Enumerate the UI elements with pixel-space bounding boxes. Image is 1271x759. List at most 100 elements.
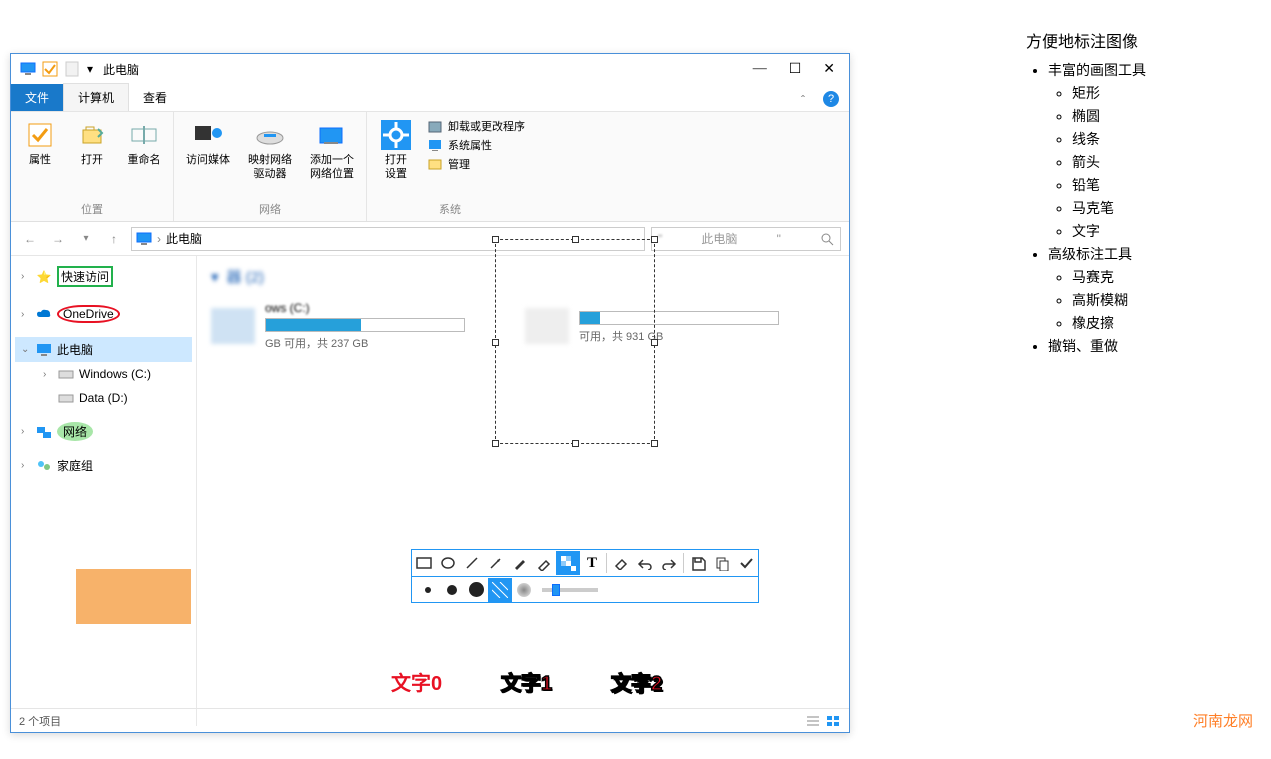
ribbon-tabs: 文件 计算机 查看 ˆ ? (11, 84, 849, 112)
maximize-button[interactable]: ☐ (789, 61, 802, 78)
item-count: 2 个项目 (19, 713, 61, 729)
usage-bar (265, 318, 465, 332)
access-media-button[interactable]: 访问媒体 (182, 116, 234, 171)
ellipse-tool[interactable] (436, 551, 460, 575)
article-title: 方便地标注图像 (1026, 28, 1256, 52)
size-large[interactable] (464, 578, 488, 602)
annotation-fill-orange (76, 569, 191, 624)
homegroup-icon (36, 458, 52, 474)
ribbon-group-network: 访问媒体 映射网络 驱动器 添加一个 网络位置 网络 (174, 112, 367, 221)
drive-name: ows (C:) (265, 301, 465, 315)
explorer-window: ▾ 此电脑 — ☐ ✕ 文件 计算机 查看 ˆ ? 属性 打开 重命名 位置 访… (10, 53, 850, 733)
list-item: 椭圆 (1072, 106, 1256, 126)
save-button[interactable] (686, 551, 710, 575)
rename-button[interactable]: 重命名 (123, 116, 165, 171)
sample-text-2: 文字2 (611, 667, 662, 696)
minimize-button[interactable]: — (753, 61, 767, 78)
list-item: 高斯模糊 (1072, 290, 1256, 310)
uninstall-button[interactable]: 卸载或更改程序 (427, 118, 525, 134)
sidebar-item-homegroup[interactable]: ›家庭组 (15, 453, 192, 478)
marker-tool[interactable] (532, 551, 556, 575)
cloud-icon (36, 306, 52, 322)
system-properties-button[interactable]: 系统属性 (427, 137, 525, 153)
details-view-icon[interactable] (805, 714, 821, 728)
undo-button[interactable] (633, 551, 657, 575)
open-button[interactable]: 打开 (71, 116, 113, 171)
blank-icon (63, 60, 81, 78)
tab-computer[interactable]: 计算机 (63, 83, 129, 111)
list-item: 马克笔 (1072, 198, 1256, 218)
blur-pattern[interactable] (512, 578, 536, 602)
size-medium[interactable] (440, 578, 464, 602)
annotation-toolbar: T (411, 549, 759, 603)
ribbon: 属性 打开 重命名 位置 访问媒体 映射网络 驱动器 添加一个 网络位置 网络 … (11, 112, 849, 222)
sample-text-0: 文字0 (391, 667, 442, 696)
pencil-tool[interactable] (508, 551, 532, 575)
drive-c[interactable]: ows (C:) GB 可用，共 237 GB (211, 301, 465, 351)
arrow-tool[interactable] (484, 551, 508, 575)
copy-button[interactable] (710, 551, 734, 575)
watermark: 河南龙网 (1193, 710, 1253, 731)
redo-button[interactable] (657, 551, 681, 575)
list-item: 橡皮擦 (1072, 313, 1256, 333)
up-button[interactable]: ↑ (103, 228, 125, 250)
pc-icon (36, 342, 52, 358)
drive-icon (58, 390, 74, 406)
list-item: 箭头 (1072, 152, 1256, 172)
search-box[interactable]: "此电脑" (651, 227, 841, 251)
list-item: 线条 (1072, 129, 1256, 149)
sidebar-item-thispc[interactable]: ⌄此电脑 (15, 337, 192, 362)
rect-tool[interactable] (412, 551, 436, 575)
drive-icon (211, 308, 255, 344)
manage-button[interactable]: 管理 (427, 156, 525, 172)
list-item: 高级标注工具 马赛克 高斯模糊 橡皮擦 (1048, 244, 1256, 333)
map-drive-button[interactable]: 映射网络 驱动器 (244, 116, 296, 185)
sidebar-item-network[interactable]: ›网络 (15, 418, 192, 445)
explorer-body: ›⭐快速访问 ›OneDrive ⌄此电脑 ›Windows (C:) Data… (11, 256, 849, 726)
titlebar: ▾ 此电脑 — ☐ ✕ (11, 54, 849, 84)
selection-rectangle[interactable] (495, 239, 655, 444)
properties-button[interactable]: 属性 (19, 116, 61, 171)
sidebar-item-drive-d[interactable]: Data (D:) (15, 386, 192, 410)
mosaic-pattern[interactable] (488, 578, 512, 602)
close-button[interactable]: ✕ (823, 61, 835, 78)
sample-text-1: 文字1 (501, 667, 552, 696)
checkbox-checked-icon (41, 60, 59, 78)
sidebar-item-onedrive[interactable]: ›OneDrive (15, 301, 192, 327)
confirm-button[interactable] (734, 551, 758, 575)
recent-dropdown[interactable]: ▾ (75, 228, 97, 250)
ribbon-group-location: 属性 打开 重命名 位置 (11, 112, 174, 221)
forward-button[interactable]: → (47, 228, 69, 250)
collapse-ribbon-button[interactable]: ˆ (793, 89, 813, 111)
help-button[interactable]: ? (823, 91, 839, 107)
pc-icon (19, 60, 37, 78)
back-button[interactable]: ← (19, 228, 41, 250)
sidebar-item-drive-c[interactable]: ›Windows (C:) (15, 362, 192, 386)
size-slider[interactable] (542, 588, 598, 592)
window-title: 此电脑 (103, 61, 139, 78)
text-tool[interactable]: T (580, 551, 604, 575)
mosaic-tool[interactable] (556, 551, 580, 575)
add-location-button[interactable]: 添加一个 网络位置 (306, 116, 358, 185)
line-tool[interactable] (460, 551, 484, 575)
ribbon-group-system: 打开 设置 卸载或更改程序 系统属性 管理 系统 (367, 112, 533, 221)
ribbon-caption: 系统 (375, 199, 525, 219)
dropdown-icon[interactable]: ▾ (85, 60, 95, 78)
eraser-tool[interactable] (609, 551, 633, 575)
address-path: 此电脑 (166, 230, 202, 247)
list-item: 撤销、重做 (1048, 336, 1256, 356)
search-icon (820, 232, 834, 246)
open-settings-button[interactable]: 打开 设置 (375, 116, 417, 185)
ribbon-caption: 位置 (19, 199, 165, 219)
sidebar-item-quick-access[interactable]: ›⭐快速访问 (15, 262, 192, 291)
tab-file[interactable]: 文件 (11, 84, 63, 111)
tiles-view-icon[interactable] (825, 714, 841, 728)
list-item: 马赛克 (1072, 267, 1256, 287)
star-icon: ⭐ (36, 269, 52, 285)
size-small[interactable] (416, 578, 440, 602)
drive-icon (58, 366, 74, 382)
list-item: 铅笔 (1072, 175, 1256, 195)
list-item: 矩形 (1072, 83, 1256, 103)
pc-icon (136, 232, 152, 246)
tab-view[interactable]: 查看 (129, 84, 181, 111)
